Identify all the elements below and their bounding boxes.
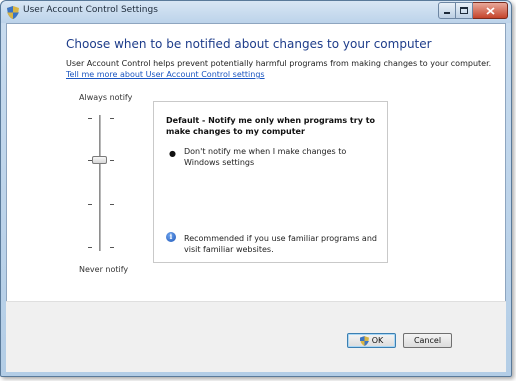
maximize-icon bbox=[460, 7, 468, 14]
slider-tick bbox=[88, 247, 92, 248]
cancel-button[interactable]: Cancel bbox=[403, 333, 452, 348]
level-description-panel: Default - Notify me only when programs t… bbox=[153, 101, 388, 263]
ok-button[interactable]: OK bbox=[347, 333, 396, 348]
cancel-label: Cancel bbox=[413, 336, 442, 345]
minimize-button[interactable] bbox=[438, 2, 456, 19]
minimize-icon bbox=[444, 11, 450, 14]
slider-tick bbox=[110, 247, 114, 248]
uac-settings-window: User Account Control Settings Choose whe… bbox=[0, 0, 512, 377]
level-detail: Don't notify me when I make changes to W… bbox=[184, 147, 347, 167]
ok-label: OK bbox=[371, 336, 384, 345]
slider-tick bbox=[88, 118, 92, 119]
maximize-button[interactable] bbox=[456, 2, 473, 19]
slider-tick bbox=[110, 204, 114, 205]
window-title: User Account Control Settings bbox=[23, 5, 158, 15]
uac-shield-icon bbox=[7, 6, 19, 19]
page-title: Choose when to be notified about changes… bbox=[66, 37, 432, 51]
button-bar: OK Cancel bbox=[6, 301, 506, 372]
uac-shield-icon bbox=[359, 335, 369, 346]
close-icon bbox=[485, 6, 495, 15]
slider-bottom-label: Never notify bbox=[79, 265, 129, 274]
close-button[interactable] bbox=[473, 2, 508, 19]
slider-tick bbox=[110, 118, 114, 119]
notification-slider-track[interactable] bbox=[99, 115, 101, 251]
slider-tick bbox=[110, 160, 114, 161]
learn-more-link[interactable]: Tell me more about User Account Control … bbox=[66, 70, 265, 79]
notification-slider-thumb[interactable] bbox=[92, 156, 107, 164]
title-bar[interactable]: User Account Control Settings bbox=[1, 1, 511, 23]
slider-top-label: Always notify bbox=[79, 93, 133, 102]
slider-tick bbox=[88, 204, 92, 205]
description-text: User Account Control helps prevent poten… bbox=[66, 59, 492, 68]
bullet-marker: ● bbox=[169, 149, 176, 158]
level-title: Default - Notify me only when programs t… bbox=[166, 116, 376, 136]
info-icon: i bbox=[166, 232, 176, 242]
recommendation-text: Recommended if you use familiar programs… bbox=[184, 234, 377, 254]
